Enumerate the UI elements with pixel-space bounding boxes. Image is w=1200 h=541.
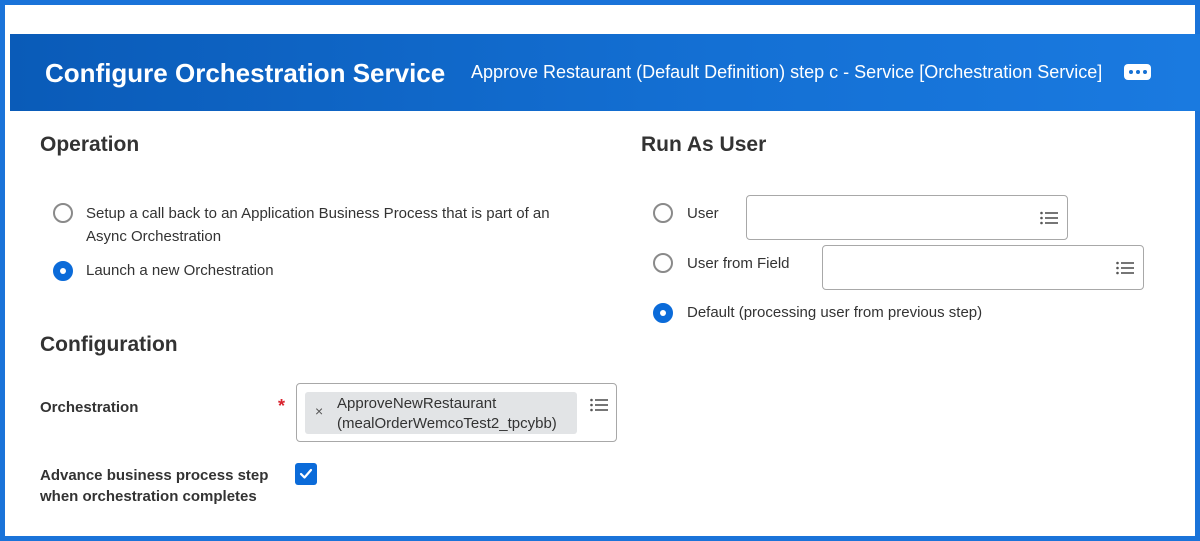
operation-heading: Operation xyxy=(40,133,140,156)
advance-step-label-line1: Advance business process step xyxy=(40,467,269,484)
list-icon[interactable] xyxy=(1116,261,1134,275)
radio-user-from-field[interactable] xyxy=(653,253,673,273)
radio-default-user[interactable] xyxy=(653,303,673,323)
list-icon[interactable] xyxy=(590,398,608,412)
run-as-user-heading: Run As User xyxy=(641,133,767,156)
radio-callback[interactable] xyxy=(53,203,73,223)
orchestration-label: Orchestration xyxy=(40,399,139,416)
radio-default-user-label[interactable]: Default (processing user from previous s… xyxy=(687,301,982,324)
advance-step-checkbox[interactable] xyxy=(295,463,317,485)
configuration-heading: Configuration xyxy=(40,333,178,356)
header-bar: Configure Orchestration Service Approve … xyxy=(10,34,1200,111)
advance-step-label-line2: when orchestration completes xyxy=(40,488,257,505)
more-options-button[interactable] xyxy=(1124,64,1151,80)
user-from-field-prompt[interactable] xyxy=(822,245,1144,290)
page-subtitle: Approve Restaurant (Default Definition) … xyxy=(471,62,1103,82)
list-icon[interactable] xyxy=(1040,211,1058,225)
radio-callback-label-line1: Setup a call back to an Application Busi… xyxy=(86,205,550,222)
remove-icon[interactable]: × xyxy=(315,403,323,419)
dialog-frame: Configure Orchestration Service Approve … xyxy=(0,0,1200,541)
selected-orchestration-line2: (mealOrderWemcoTest2_tpcybb) xyxy=(337,415,557,432)
checkmark-icon xyxy=(299,468,313,479)
radio-callback-label[interactable]: Setup a call back to an Application Busi… xyxy=(86,202,550,248)
radio-launch-orchestration-label[interactable]: Launch a new Orchestration xyxy=(86,259,274,282)
radio-user-label[interactable]: User xyxy=(687,202,719,225)
orchestration-prompt[interactable]: × ApproveNewRestaurant (mealOrderWemcoTe… xyxy=(296,383,617,442)
user-prompt[interactable] xyxy=(746,195,1068,240)
advance-step-label: Advance business process step when orche… xyxy=(40,465,268,507)
radio-launch-orchestration[interactable] xyxy=(53,261,73,281)
more-horizontal-icon xyxy=(1128,70,1133,74)
required-indicator: * xyxy=(278,396,286,416)
radio-user-from-field-label[interactable]: User from Field xyxy=(687,252,790,275)
page-title: Configure Orchestration Service xyxy=(45,58,446,88)
more-horizontal-icon xyxy=(1135,70,1140,74)
selected-orchestration-pill: × ApproveNewRestaurant (mealOrderWemcoTe… xyxy=(305,392,577,434)
radio-callback-label-line2: Async Orchestration xyxy=(86,228,222,245)
radio-user[interactable] xyxy=(653,203,673,223)
more-horizontal-icon xyxy=(1142,70,1147,74)
selected-orchestration-line1: ApproveNewRestaurant xyxy=(337,395,497,412)
selected-orchestration-value: ApproveNewRestaurant (mealOrderWemcoTest… xyxy=(337,394,557,434)
